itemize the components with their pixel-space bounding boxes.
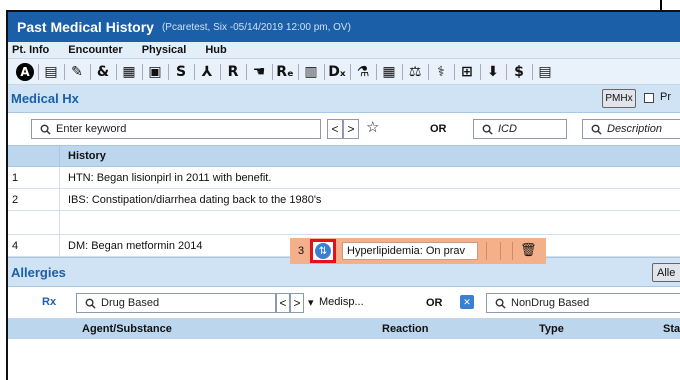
dx-icon[interactable]: Dₓ xyxy=(324,61,351,83)
nodrug-toggle-icon[interactable]: ✕ xyxy=(460,295,474,309)
billing-icon[interactable]: $ xyxy=(506,61,533,83)
source-dropdown-arrow-icon[interactable]: ▾ xyxy=(308,296,314,309)
description-placeholder: Description xyxy=(607,123,663,135)
dragged-row-text[interactable]: Hyperlipidemia: On prav xyxy=(342,242,478,260)
list-icon[interactable]: ▤ xyxy=(532,61,558,83)
pmhx-button[interactable]: PMHx xyxy=(602,89,636,108)
title-bar: Past Medical History (Pcaretest, Six -05… xyxy=(8,12,680,42)
search-icon xyxy=(589,122,603,136)
past-medical-history-window: Past Medical History (Pcaretest, Six -05… xyxy=(6,10,680,380)
icon-toolbar: A ▤ ✎ & ▦ ▣ S ⅄ R ☚ Rₑ ▥ Dₓ ⚗ ▦ ⚖ ⚕ ⊞ ⬇ … xyxy=(8,59,680,85)
window-title: Past Medical History xyxy=(17,19,154,35)
drag-handle[interactable]: ⇅ xyxy=(310,239,336,263)
re-icon[interactable]: Rₑ xyxy=(272,61,299,83)
row-history-text: HTN: Began lisionpirl in 2011 with benef… xyxy=(68,171,272,184)
r-icon[interactable]: R xyxy=(220,61,247,83)
menu-bar: Pt. Info Encounter Physical Hub xyxy=(8,42,680,59)
menu-encounter[interactable]: Encounter xyxy=(68,44,122,56)
allergies-button[interactable]: Alle xyxy=(652,263,680,282)
reorder-icon: ⇅ xyxy=(315,243,331,259)
hand-icon[interactable]: ☚ xyxy=(246,61,273,83)
rx-bottle-icon[interactable]: ⚗ xyxy=(350,61,377,83)
medical-hx-search-row: Enter keyword < > ☆ OR ICD Description xyxy=(8,113,680,145)
icd-search-input[interactable]: ICD xyxy=(473,119,567,139)
pill-icon[interactable]: ✎ xyxy=(64,61,91,83)
a-badge-icon[interactable]: A xyxy=(12,61,39,83)
plus-box-icon[interactable]: ⊞ xyxy=(454,61,481,83)
row-history-text: IBS: Constipation/diarrhea dating back t… xyxy=(68,193,322,206)
search-icon xyxy=(38,122,52,136)
next-result-button[interactable]: > xyxy=(343,119,359,139)
table-row[interactable]: 2 IBS: Constipation/diarrhea dating back… xyxy=(8,189,680,211)
clipboard-icon[interactable]: ▤ xyxy=(38,61,65,83)
grid-icon[interactable]: ▦ xyxy=(376,61,403,83)
table-row-drop-placeholder xyxy=(8,211,680,235)
row-number: 4 xyxy=(8,235,60,256)
pin-icon[interactable]: ⬇ xyxy=(480,61,507,83)
dragged-row[interactable]: 3 ⇅ Hyperlipidemia: On prav 🗑 xyxy=(290,238,546,264)
vitals-icon[interactable]: ⚕ xyxy=(428,61,455,83)
drug-search-input[interactable]: Drug Based xyxy=(76,293,276,313)
search-icon xyxy=(493,296,507,310)
keyword-search-input[interactable]: Enter keyword xyxy=(31,119,321,139)
keyword-placeholder: Enter keyword xyxy=(56,123,127,135)
procedure-icon[interactable]: ⅄ xyxy=(194,61,221,83)
menu-physical[interactable]: Physical xyxy=(142,44,187,56)
drug-placeholder: Drug Based xyxy=(101,297,160,309)
allergies-table-header: Agent/Substance Reaction Type Sta xyxy=(8,319,680,339)
search-icon xyxy=(83,296,97,310)
type-column-header[interactable]: Type xyxy=(539,323,564,335)
prev-result-button[interactable]: < xyxy=(327,119,343,139)
note-icon[interactable]: ▦ xyxy=(116,61,143,83)
form-icon[interactable]: ▣ xyxy=(142,61,169,83)
doc-icon[interactable]: ▥ xyxy=(298,61,325,83)
allergy-search-row: Rx Drug Based < > ▾ Medisp... OR ✕ NonDr… xyxy=(8,287,680,319)
rx-label: Rx xyxy=(42,296,57,308)
search-icon xyxy=(480,122,494,136)
nondrug-search-input[interactable]: NonDrug Based xyxy=(486,293,680,313)
row-number xyxy=(8,211,60,234)
row-number: 2 xyxy=(8,189,60,210)
pr-checkbox[interactable] xyxy=(644,93,654,103)
drug-next-button[interactable]: > xyxy=(290,293,304,313)
lab-icon[interactable]: ⚖ xyxy=(402,61,429,83)
ampersand-icon[interactable]: & xyxy=(90,61,117,83)
window-subtitle: (Pcaretest, Six -05/14/2019 12:00 pm, OV… xyxy=(161,21,351,33)
favorite-star-icon[interactable]: ☆ xyxy=(366,118,379,136)
menu-pt-info[interactable]: Pt. Info xyxy=(12,44,49,56)
s-icon[interactable]: S xyxy=(168,61,195,83)
dragged-row-number: 3 xyxy=(298,245,305,257)
medical-hx-header: Medical Hx PMHx Pr xyxy=(8,85,680,113)
pr-checkbox-label: Pr xyxy=(660,91,671,103)
status-column-header[interactable]: Sta xyxy=(663,323,680,335)
reaction-column-header[interactable]: Reaction xyxy=(382,323,428,335)
description-search-input[interactable]: Description xyxy=(582,119,680,139)
row-number: 1 xyxy=(8,167,60,188)
or-label: OR xyxy=(426,297,443,309)
history-column-header[interactable]: History xyxy=(60,150,106,162)
icd-placeholder: ICD xyxy=(498,123,517,135)
allergies-title: Allergies xyxy=(11,264,66,280)
menu-hub[interactable]: Hub xyxy=(205,44,226,56)
agent-column-header[interactable]: Agent/Substance xyxy=(82,323,172,335)
row-history-text: DM: Began metformin 2014 xyxy=(68,239,203,252)
source-dropdown[interactable]: Medisp... xyxy=(319,296,364,308)
history-table-header: History xyxy=(8,145,680,167)
medical-hx-title: Medical Hx xyxy=(11,91,79,106)
trash-icon[interactable]: 🗑 xyxy=(520,242,537,258)
nondrug-placeholder: NonDrug Based xyxy=(511,297,590,309)
table-row[interactable]: 1 HTN: Began lisionpirl in 2011 with ben… xyxy=(8,167,680,189)
or-label: OR xyxy=(430,123,447,135)
drug-prev-button[interactable]: < xyxy=(276,293,290,313)
